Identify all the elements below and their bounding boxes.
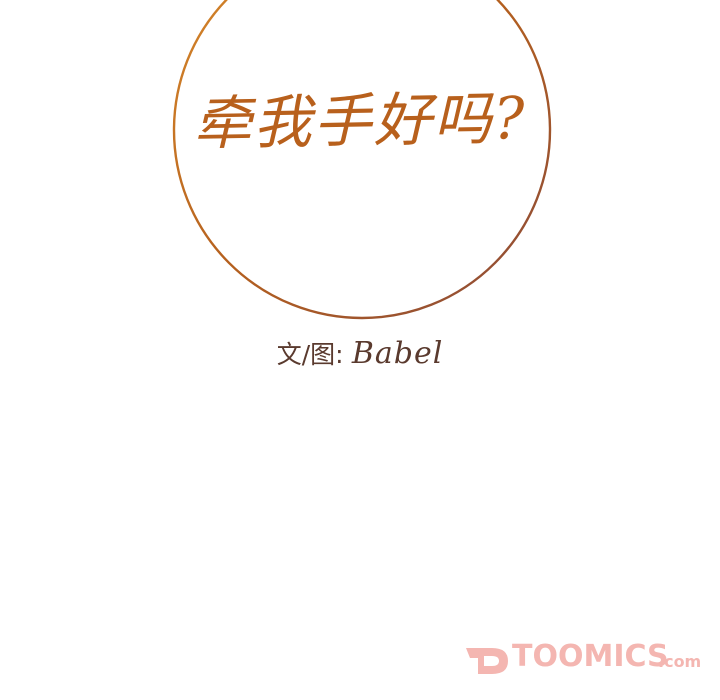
- credit-author: Babel: [351, 336, 444, 371]
- title-circle-frame: [0, 0, 720, 320]
- toomics-mark-icon: [466, 648, 508, 674]
- logo-wordmark: TOOMICS: [512, 639, 669, 674]
- toomics-watermark-logo: TOOMICS .com: [462, 639, 701, 680]
- credit-prefix: 文/图:: [276, 340, 344, 369]
- circle-outline: [172, 0, 552, 320]
- logo-domain-suffix: .com: [658, 652, 702, 671]
- author-credit: 文/图: Babel: [0, 336, 720, 372]
